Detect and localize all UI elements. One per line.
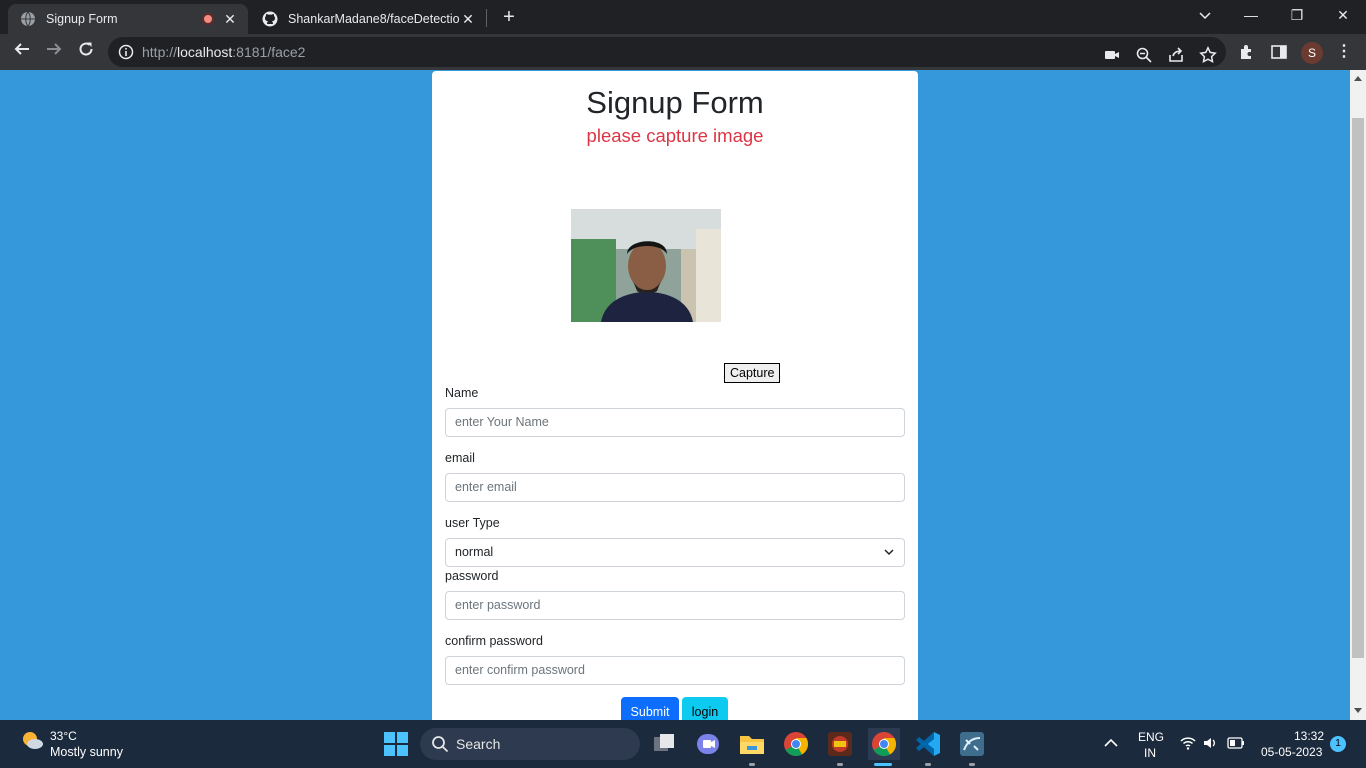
file-explorer-icon[interactable] — [736, 728, 768, 760]
task-view-icon[interactable] — [648, 728, 680, 760]
name-label: Name — [445, 386, 479, 400]
new-tab-button[interactable]: + — [498, 7, 520, 29]
teams-chat-icon[interactable] — [692, 728, 724, 760]
tab-title: Signup Form — [46, 12, 118, 26]
tab-separator — [486, 9, 487, 27]
language-bottom[interactable]: IN — [1144, 746, 1156, 760]
search-icon — [432, 736, 449, 753]
zoom-out-icon[interactable] — [1135, 46, 1153, 64]
weather-temperature: 33°C — [50, 729, 77, 743]
url-text: http://localhost:8181/face2 — [142, 44, 305, 60]
tab-search-button[interactable] — [1182, 0, 1228, 30]
tab-github[interactable]: ShankarMadane8/faceDetection_ ✕ — [250, 4, 486, 34]
windows-taskbar: 33°C Mostly sunny Search ENG IN 13:32 05… — [0, 720, 1366, 768]
chrome-icon[interactable] — [868, 728, 900, 760]
user-type-value: normal — [455, 545, 494, 559]
bookmark-star-icon[interactable] — [1199, 46, 1217, 64]
window-close-button[interactable]: ✕ — [1320, 0, 1366, 30]
back-button[interactable] — [10, 40, 34, 64]
page-viewport: Signup Form please capture image Capture… — [0, 70, 1350, 720]
user-type-select[interactable]: normal — [445, 538, 905, 567]
weather-sunny-icon[interactable] — [20, 728, 44, 752]
url-scheme: http:// — [142, 44, 178, 60]
tab-signup-form[interactable]: Signup Form ✕ — [8, 4, 248, 34]
wifi-icon[interactable] — [1180, 736, 1196, 750]
tab-bar: Signup Form ✕ ShankarMadane8/faceDetecti… — [0, 0, 1366, 34]
taskbar-search[interactable]: Search — [420, 728, 640, 760]
side-panel-icon[interactable] — [1270, 43, 1288, 61]
confirm-password-label: confirm password — [445, 634, 543, 648]
password-input[interactable]: enter password — [445, 591, 905, 620]
close-tab-icon[interactable]: ✕ — [460, 11, 476, 27]
webcam-preview — [571, 209, 721, 322]
name-input[interactable]: enter Your Name — [445, 408, 905, 437]
reload-button[interactable] — [74, 40, 98, 64]
tab-title: ShankarMadane8/faceDetection_ — [288, 12, 460, 26]
share-icon[interactable] — [1167, 46, 1185, 64]
page-title: Signup Form — [586, 85, 764, 120]
chrome-icon[interactable] — [780, 728, 812, 760]
active-indicator — [874, 763, 892, 766]
camera-icon[interactable] — [1103, 46, 1121, 64]
password-label: password — [445, 569, 499, 583]
arrow-left-icon — [14, 43, 29, 55]
forward-button[interactable] — [42, 40, 66, 64]
battery-icon[interactable] — [1227, 737, 1245, 749]
menu-icon[interactable]: ⋮ — [1336, 42, 1352, 62]
running-indicator — [925, 763, 931, 766]
volume-icon[interactable] — [1202, 736, 1218, 750]
chevron-down-icon — [1199, 12, 1211, 20]
close-tab-icon[interactable]: ✕ — [222, 11, 238, 27]
search-label: Search — [456, 736, 501, 752]
extensions-icon[interactable] — [1238, 43, 1256, 61]
signup-card: Signup Form please capture image Capture… — [432, 71, 918, 720]
email-label: email — [445, 451, 475, 465]
chevron-up-icon[interactable] — [1104, 738, 1118, 748]
recording-icon — [202, 13, 214, 25]
minimize-button[interactable]: — — [1228, 0, 1274, 30]
confirm-password-input[interactable]: enter confirm password — [445, 656, 905, 685]
chevron-down-icon — [884, 549, 894, 556]
scroll-down-arrow-icon[interactable] — [1354, 708, 1362, 713]
scroll-up-arrow-icon[interactable] — [1354, 76, 1362, 81]
url-host: localhost — [177, 44, 233, 60]
browser-toolbar: http://localhost:8181/face2 S ⋮ — [0, 34, 1366, 70]
login-button[interactable]: login — [682, 697, 728, 720]
page-scrollbar[interactable] — [1350, 70, 1366, 720]
email-input[interactable]: enter email — [445, 473, 905, 502]
language-top[interactable]: ENG — [1138, 730, 1164, 744]
weather-condition: Mostly sunny — [50, 745, 123, 759]
running-indicator — [969, 763, 975, 766]
url-path: :8181/face2 — [232, 44, 306, 60]
github-icon — [262, 11, 278, 27]
notification-badge[interactable]: 1 — [1330, 736, 1346, 752]
address-bar[interactable]: http://localhost:8181/face2 — [108, 37, 1226, 67]
scrollbar-thumb[interactable] — [1352, 118, 1364, 658]
user-type-label: user Type — [445, 516, 500, 530]
mysql-workbench-icon[interactable] — [956, 728, 988, 760]
profile-avatar[interactable]: S — [1301, 42, 1323, 64]
windows-start-icon[interactable] — [380, 728, 412, 760]
clock-date[interactable]: 05-05-2023 — [1261, 745, 1322, 759]
arrow-right-icon — [47, 43, 62, 55]
restore-button[interactable]: ❐ — [1274, 0, 1320, 30]
vscode-icon[interactable] — [912, 728, 944, 760]
capture-button[interactable]: Capture — [724, 363, 781, 383]
running-indicator — [837, 763, 843, 766]
reload-icon — [79, 42, 93, 56]
running-indicator — [749, 763, 755, 766]
game-app-icon[interactable] — [824, 728, 856, 760]
clock-time[interactable]: 13:32 — [1294, 729, 1324, 743]
submit-button[interactable]: Submit — [621, 697, 679, 720]
capture-message: please capture image — [586, 125, 764, 146]
info-icon[interactable] — [118, 44, 134, 60]
globe-icon — [21, 11, 35, 27]
